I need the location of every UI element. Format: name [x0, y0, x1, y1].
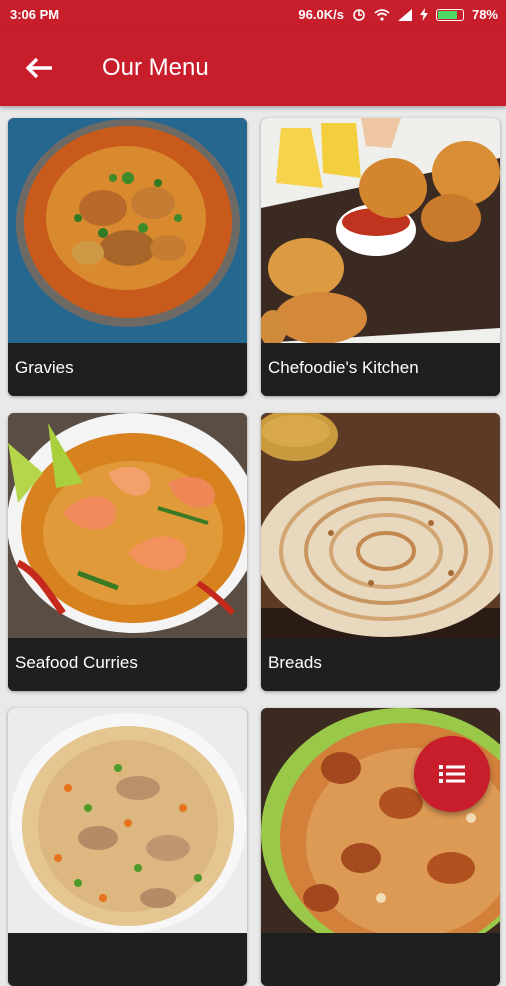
- seafood-curries-photo: [8, 413, 247, 638]
- menu-card-label: Seafood Curries: [8, 638, 247, 691]
- back-button[interactable]: [22, 50, 58, 86]
- menu-card-label: Breads: [261, 638, 500, 691]
- menu-card-breads[interactable]: Breads: [261, 413, 500, 691]
- menu-card-label: Gravies: [8, 343, 247, 396]
- status-indicators: 96.0K/s 78%: [298, 7, 498, 22]
- status-bar: 3:06 PM 96.0K/s 78%: [0, 0, 506, 30]
- arrow-left-icon: [26, 57, 52, 79]
- network-speed: 96.0K/s: [298, 7, 344, 22]
- menu-card-gravies[interactable]: Gravies: [8, 118, 247, 396]
- menu-card-label: [8, 933, 247, 986]
- menu-card-chefoodies-kitchen[interactable]: Chefoodie's Kitchen: [261, 118, 500, 396]
- chefoodies-kitchen-photo: [261, 118, 500, 343]
- wifi-icon: [374, 9, 390, 21]
- battery-percent: 78%: [471, 7, 498, 22]
- charging-icon: [419, 8, 428, 21]
- battery-icon: [435, 8, 464, 21]
- status-time: 3:06 PM: [10, 7, 60, 22]
- signal-icon: [397, 8, 412, 21]
- breads-photo: [261, 413, 500, 638]
- menu-card-label: Chefoodie's Kitchen: [261, 343, 500, 396]
- menu-list-fab[interactable]: [414, 736, 490, 812]
- gravies-photo: [8, 118, 247, 343]
- sync-icon: [353, 8, 365, 21]
- menu-card-fried-rice[interactable]: [8, 708, 247, 986]
- page-title: Our Menu: [102, 54, 209, 81]
- menu-card-seafood-curries[interactable]: Seafood Curries: [8, 413, 247, 691]
- menu-card-label: [261, 933, 500, 986]
- list-icon: [439, 765, 465, 783]
- app-bar: Our Menu: [0, 30, 506, 106]
- fried-rice-photo: [8, 708, 247, 933]
